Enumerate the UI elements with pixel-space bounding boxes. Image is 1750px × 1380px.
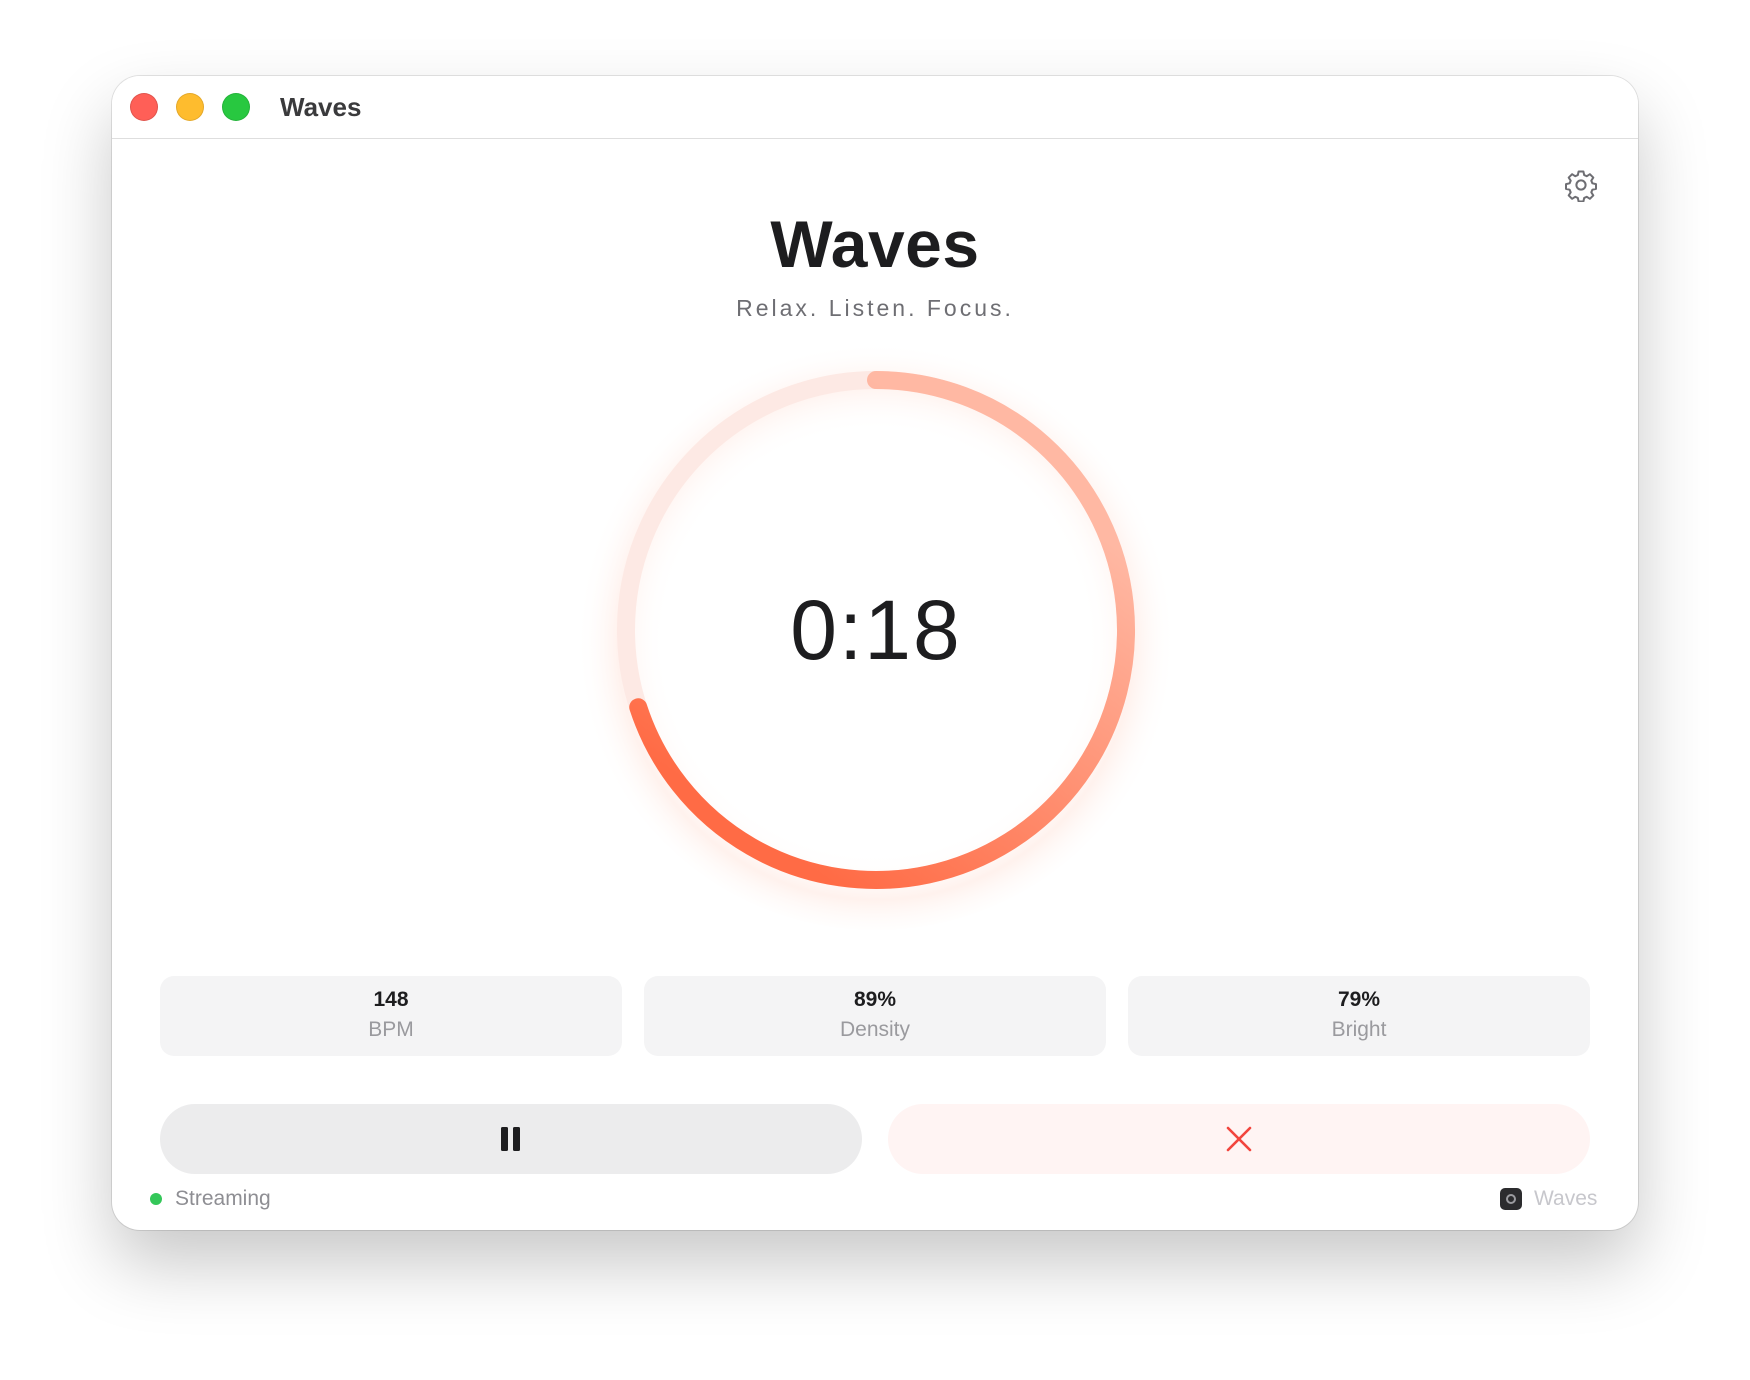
stat-bpm: 148 BPM (160, 976, 622, 1056)
window-title: Waves (280, 92, 362, 122)
stat-density: 89% Density (644, 976, 1106, 1056)
app-title: Waves (770, 207, 980, 281)
close-icon (1226, 1126, 1252, 1152)
stat-bpm-value: 148 (373, 988, 409, 1011)
timer-ring: 0:18 (566, 320, 1186, 940)
brand-mark: Waves (1500, 1186, 1597, 1212)
window-close-button[interactable] (130, 93, 158, 121)
stat-density-value: 89% (853, 988, 897, 1011)
window-minimize-button[interactable] (176, 93, 204, 121)
stat-density-label: Density (839, 1018, 911, 1041)
app-window: Waves Waves Relax. Listen. Focus. 0:18 1… (112, 76, 1638, 1230)
pause-icon (501, 1127, 520, 1151)
stop-button[interactable] (888, 1104, 1590, 1174)
stat-bright-label: Bright (1331, 1018, 1387, 1041)
title-bar: Waves (112, 76, 1638, 139)
brand-name: Waves (1534, 1187, 1598, 1210)
stat-bpm-label: BPM (368, 1018, 414, 1041)
app-logo-icon (1500, 1188, 1522, 1210)
settings-button[interactable] (1564, 168, 1598, 203)
stat-bright-value: 79% (1337, 988, 1381, 1011)
window-zoom-button[interactable] (222, 93, 250, 121)
stat-bright: 79% Bright (1128, 976, 1590, 1056)
connection-status: Streaming (150, 1186, 271, 1212)
pause-button[interactable] (160, 1104, 862, 1174)
app-tagline: Relax. Listen. Focus. (736, 295, 1014, 321)
gear-icon (1565, 170, 1597, 203)
timer-display: 0:18 (790, 582, 962, 677)
status-dot (150, 1193, 162, 1205)
status-text: Streaming (175, 1187, 271, 1210)
